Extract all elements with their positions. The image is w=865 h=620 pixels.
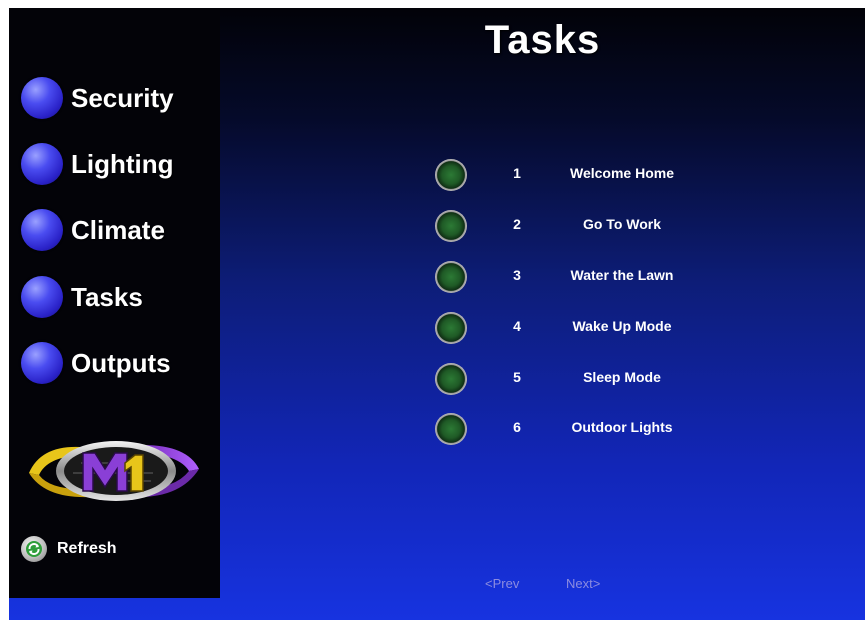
app-frame: Security Lighting Climate Tasks Outputs (9, 8, 865, 620)
task-number: 1 (513, 165, 521, 181)
page-title: Tasks (484, 18, 601, 62)
task-led-button[interactable] (435, 210, 467, 242)
task-led-button[interactable] (435, 312, 467, 344)
refresh-icon (21, 536, 47, 562)
task-number: 3 (513, 267, 521, 283)
task-name: Sleep Mode (583, 369, 661, 385)
nav-item-climate[interactable]: Climate (21, 207, 211, 253)
nav-item-security[interactable]: Security (21, 75, 211, 121)
nav-item-outputs[interactable]: Outputs (21, 340, 211, 386)
nav-label: Security (71, 82, 174, 113)
task-row: 5 Sleep Mode (435, 359, 735, 399)
task-led-button[interactable] (435, 261, 467, 293)
orb-icon (21, 77, 63, 119)
task-number: 4 (513, 318, 521, 334)
nav-item-lighting[interactable]: Lighting (21, 141, 211, 187)
task-led-button[interactable] (435, 413, 467, 445)
nav-label: Tasks (71, 281, 143, 312)
nav-label: Outputs (71, 347, 171, 378)
task-number: 6 (513, 419, 521, 435)
prev-page-link[interactable]: <Prev (485, 576, 519, 591)
task-row: 6 Outdoor Lights (435, 409, 735, 449)
task-number: 5 (513, 369, 521, 385)
task-led-button[interactable] (435, 363, 467, 395)
orb-icon (21, 209, 63, 251)
orb-icon (21, 276, 63, 318)
orb-icon (21, 342, 63, 384)
refresh-button[interactable]: Refresh (21, 536, 117, 562)
refresh-label: Refresh (57, 540, 117, 557)
task-name: Water the Lawn (570, 267, 674, 283)
task-name: Go To Work (582, 216, 662, 232)
task-name: Welcome Home (570, 165, 674, 181)
task-row: 2 Go To Work (435, 206, 735, 246)
task-name: Outdoor Lights (571, 419, 673, 435)
next-page-link[interactable]: Next> (566, 576, 600, 591)
nav-label: Climate (71, 214, 165, 245)
task-row: 1 Welcome Home (435, 155, 735, 195)
nav-label: Lighting (71, 148, 174, 179)
nav-item-tasks[interactable]: Tasks (21, 274, 211, 320)
task-number: 2 (513, 216, 521, 232)
orb-icon (21, 143, 63, 185)
task-name: Wake Up Mode (572, 318, 672, 334)
task-row: 4 Wake Up Mode (435, 308, 735, 348)
sidebar: Security Lighting Climate Tasks Outputs (9, 8, 220, 598)
m1-logo (29, 441, 199, 501)
task-row: 3 Water the Lawn (435, 257, 735, 297)
task-led-button[interactable] (435, 159, 467, 191)
